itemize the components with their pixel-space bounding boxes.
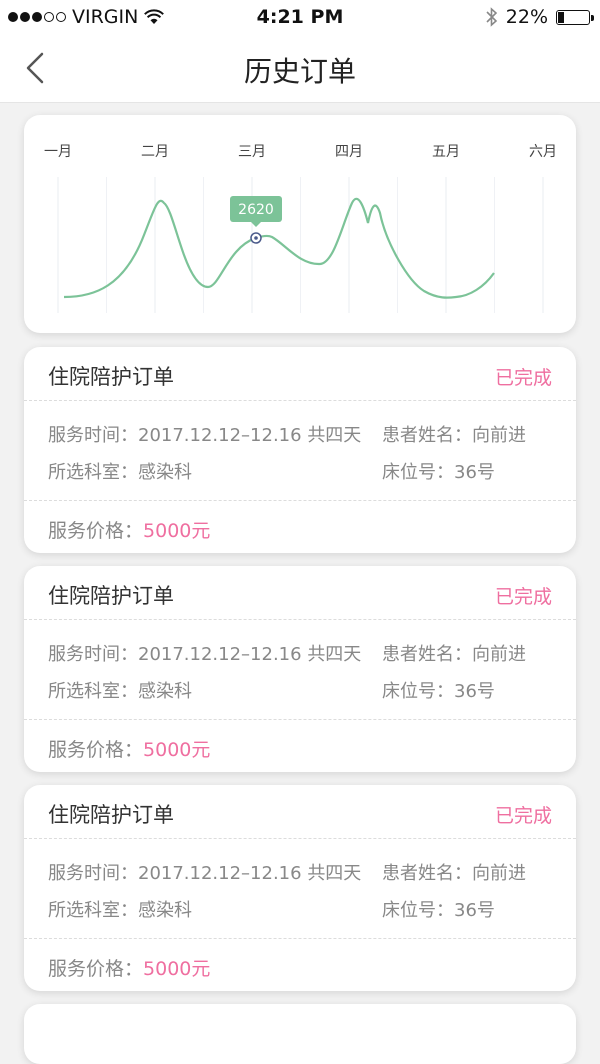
service-price-value: 5000元	[143, 520, 211, 542]
department: 所选科室：感染科	[48, 677, 192, 703]
department-value: 感染科	[138, 681, 192, 702]
department-label: 所选科室：	[48, 462, 138, 483]
patient-name-value: 向前进	[472, 863, 526, 884]
department-value: 感染科	[138, 462, 192, 483]
department-label: 所选科室：	[48, 900, 138, 921]
service-time: 服务时间：2017.12.12–12.16 共四天	[48, 640, 361, 666]
department-label: 所选科室：	[48, 681, 138, 702]
divider	[24, 619, 576, 620]
status-right: 22%	[486, 6, 594, 28]
divider	[24, 719, 576, 720]
order-card[interactable]: 住院陪护订单 已完成服务时间：2017.12.12–12.16 共四天 患者姓名：向…	[24, 566, 576, 772]
month-tick-label: 六月	[529, 144, 557, 160]
battery-icon	[556, 9, 594, 25]
status-bar: VIRGIN 4:21 PM 22%	[0, 0, 600, 34]
patient-name-value: 向前进	[472, 644, 526, 665]
bed-number-label: 床位号：	[382, 462, 454, 483]
order-status-badge: 已完成	[494, 805, 552, 827]
highlight-point-center	[254, 236, 258, 240]
month-tick-label: 一月	[44, 144, 72, 160]
month-tick-label: 四月	[335, 144, 363, 160]
service-time-value: 2017.12.12–12.16 共四天	[138, 863, 362, 884]
divider	[24, 500, 576, 501]
patient-name: 患者姓名：向前进	[382, 859, 526, 885]
order-card[interactable]: 住院陪护订单 已完成服务时间：2017.12.12–12.16 共四天 患者姓名：向…	[24, 785, 576, 991]
divider	[24, 400, 576, 401]
service-time: 服务时间：2017.12.12–12.16 共四天	[48, 859, 361, 885]
tooltip-value: 2620	[238, 202, 274, 218]
patient-name-value: 向前进	[472, 425, 526, 446]
service-price: 服务价格：5000元	[48, 735, 210, 762]
service-time-label: 服务时间：	[48, 425, 138, 446]
service-price: 服务价格：5000元	[48, 954, 210, 981]
month-tick-label: 五月	[432, 144, 460, 160]
battery-percent: 22%	[505, 6, 548, 28]
order-status-badge: 已完成	[494, 367, 552, 389]
department: 所选科室：感染科	[48, 458, 192, 484]
service-time-value: 2017.12.12–12.16 共四天	[138, 425, 362, 446]
department: 所选科室：感染科	[48, 896, 192, 922]
bed-number: 床位号：36号	[382, 896, 495, 922]
bed-number-value: 36号	[454, 681, 495, 702]
month-tick-label: 三月	[238, 144, 266, 160]
bluetooth-icon	[486, 7, 497, 27]
order-card[interactable]: 住院陪护订单 已完成服务时间：2017.12.12–12.16 共四天 患者姓名：向…	[24, 347, 576, 553]
line-chart: 一月 二月 三月 四月 五月 六月 2620	[44, 144, 557, 313]
patient-name-label: 患者姓名：	[382, 425, 472, 446]
order-title: 住院陪护订单	[48, 584, 174, 608]
month-tick-label: 二月	[141, 144, 169, 160]
service-time-label: 服务时间：	[48, 644, 138, 665]
service-price-label: 服务价格：	[48, 520, 144, 542]
bed-number: 床位号：36号	[382, 458, 495, 484]
bed-number: 床位号：36号	[382, 677, 495, 703]
patient-name-label: 患者姓名：	[382, 644, 472, 665]
service-price-label: 服务价格：	[48, 739, 144, 761]
order-title: 住院陪护订单	[48, 365, 174, 389]
service-time-label: 服务时间：	[48, 863, 138, 884]
order-card-partial[interactable]	[24, 1004, 576, 1064]
patient-name: 患者姓名：向前进	[382, 421, 526, 447]
order-title: 住院陪护订单	[48, 803, 174, 827]
chart-card: 一月 二月 三月 四月 五月 六月 2620	[24, 115, 576, 333]
bed-number-value: 36号	[454, 900, 495, 921]
nav-bar: 历史订单	[0, 34, 600, 103]
bed-number-label: 床位号：	[382, 900, 454, 921]
service-time: 服务时间：2017.12.12–12.16 共四天	[48, 421, 361, 447]
service-price-value: 5000元	[143, 739, 211, 761]
divider	[24, 938, 576, 939]
patient-name-label: 患者姓名：	[382, 863, 472, 884]
divider	[24, 838, 576, 839]
service-time-value: 2017.12.12–12.16 共四天	[138, 644, 362, 665]
department-value: 感染科	[138, 900, 192, 921]
bed-number-label: 床位号：	[382, 681, 454, 702]
service-price-value: 5000元	[143, 958, 211, 980]
bed-number-value: 36号	[454, 462, 495, 483]
order-status-badge: 已完成	[494, 586, 552, 608]
patient-name: 患者姓名：向前进	[382, 640, 526, 666]
page-title: 历史订单	[243, 55, 356, 88]
service-price: 服务价格：5000元	[48, 516, 210, 543]
service-price-label: 服务价格：	[48, 958, 144, 980]
